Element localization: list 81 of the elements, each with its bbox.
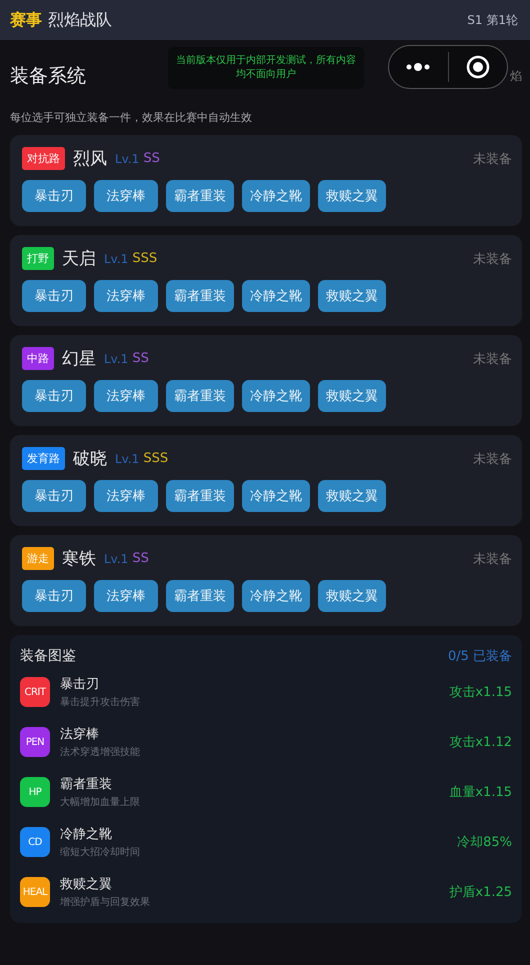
equipment-button[interactable]: 法穿棒: [94, 380, 158, 412]
role-tag: 中路: [22, 347, 54, 370]
equipment-button[interactable]: 冷静之靴: [242, 480, 310, 512]
equipment-description: 法术穿透增强技能: [60, 746, 140, 759]
role-tag: 发育路: [22, 447, 65, 470]
player-name: 幻星: [62, 348, 96, 370]
equipment-button[interactable]: 救赎之翼: [318, 480, 386, 512]
equipment-button[interactable]: 救赎之翼: [318, 280, 386, 312]
equipment-button[interactable]: 暴击刃: [22, 180, 86, 212]
level-label: Lv.1: [115, 152, 140, 166]
round-label: S1 第1轮: [467, 12, 518, 28]
equipment-name: 暴击刃: [60, 676, 100, 693]
equipment-button[interactable]: 法穿棒: [94, 280, 158, 312]
equipment-description: 大幅增加血量上限: [60, 796, 140, 809]
equipment-button[interactable]: 法穿棒: [94, 180, 158, 212]
equipment-badge: PEN: [20, 727, 50, 757]
page-label: 焰: [510, 68, 522, 84]
equipment-button[interactable]: 救赎之翼: [318, 180, 386, 212]
role-tag: 对抗路: [22, 147, 65, 170]
effect-value: 攻击x1.15: [449, 684, 512, 701]
effect-value: 血量x1.15: [449, 784, 512, 801]
grade-label: SSS: [132, 251, 158, 266]
team-name: 烈焰战队: [48, 10, 112, 30]
equip-status: 未装备: [473, 150, 512, 168]
equipment-description: 暴击提升攻击伤害: [60, 696, 140, 709]
equipment-description: 增强护盾与回复效果: [60, 896, 150, 909]
page-title: 装备系统: [10, 64, 86, 89]
equipment-button[interactable]: 霸者重装: [166, 180, 234, 212]
grade-label: SSS: [143, 451, 168, 466]
equipment-badge: CD: [20, 827, 50, 857]
equipped-count: 0/5 已装备: [448, 648, 512, 665]
player-name: 烈风: [73, 148, 107, 170]
equipment-button[interactable]: 法穿棒: [94, 480, 158, 512]
effect-value: 护盾x1.25: [449, 884, 512, 901]
equipment-button[interactable]: 霸者重装: [166, 280, 234, 312]
equipment-name: 法穿棒: [60, 726, 100, 743]
close-icon: [466, 54, 490, 78]
equip-status: 未装备: [473, 250, 512, 268]
equipment-button[interactable]: 霸者重装: [166, 480, 234, 512]
equipment-badge: HP: [20, 777, 50, 807]
equipment-button[interactable]: 暴击刃: [22, 480, 86, 512]
equipment-button[interactable]: 暴击刃: [22, 280, 86, 312]
equipment-button[interactable]: 法穿棒: [94, 580, 158, 612]
equipment-button[interactable]: 霸者重装: [166, 580, 234, 612]
grade-label: SS: [132, 551, 149, 566]
level-label: Lv.1: [104, 352, 128, 366]
role-tag: 打野: [22, 247, 54, 270]
equipment-button[interactable]: 暴击刃: [22, 580, 86, 612]
level-label: Lv.1: [104, 252, 128, 266]
equipment-button[interactable]: 冷静之靴: [242, 580, 310, 612]
equipment-badge: CRIT: [20, 677, 50, 707]
equipment-button[interactable]: 暴击刃: [22, 380, 86, 412]
catalog-title: 装备图鉴: [20, 647, 76, 665]
grade-label: SS: [143, 151, 160, 166]
equipment-description: 缩短大招冷却时间: [60, 846, 140, 859]
subtitle: 每位选手可独立装备一件，效果在比赛中自动生效: [9, 110, 253, 125]
effect-value: 攻击x1.12: [449, 734, 512, 751]
level-label: Lv.1: [115, 452, 140, 466]
header-tag: 赛事: [10, 10, 42, 30]
equipment-name: 霸者重装: [60, 776, 113, 793]
equip-status: 未装备: [473, 350, 512, 368]
more-icon: [406, 62, 430, 72]
equip-status: 未装备: [473, 550, 512, 568]
equipment-button[interactable]: 救赎之翼: [318, 580, 386, 612]
role-tag: 游走: [22, 547, 54, 570]
equipment-button[interactable]: 冷静之靴: [242, 280, 310, 312]
dev-notice: 当前版本仅用于内部开发测试，所有内容均不面向用户: [168, 47, 364, 89]
level-label: Lv.1: [104, 552, 128, 566]
player-name: 寒铁: [62, 548, 96, 570]
equipment-button[interactable]: 冷静之靴: [242, 180, 310, 212]
equip-status: 未装备: [473, 450, 512, 468]
effect-value: 冷却85%: [457, 834, 512, 851]
equipment-badge: HEAL: [20, 877, 50, 907]
player-name: 天启: [62, 248, 96, 270]
equipment-name: 救赎之翼: [60, 876, 113, 893]
grade-label: SS: [132, 351, 149, 366]
player-name: 破晓: [73, 448, 107, 470]
equipment-button[interactable]: 霸者重装: [166, 380, 234, 412]
equipment-button[interactable]: 冷静之靴: [242, 380, 310, 412]
equipment-name: 冷静之靴: [60, 826, 113, 843]
equipment-button[interactable]: 救赎之翼: [318, 380, 386, 412]
